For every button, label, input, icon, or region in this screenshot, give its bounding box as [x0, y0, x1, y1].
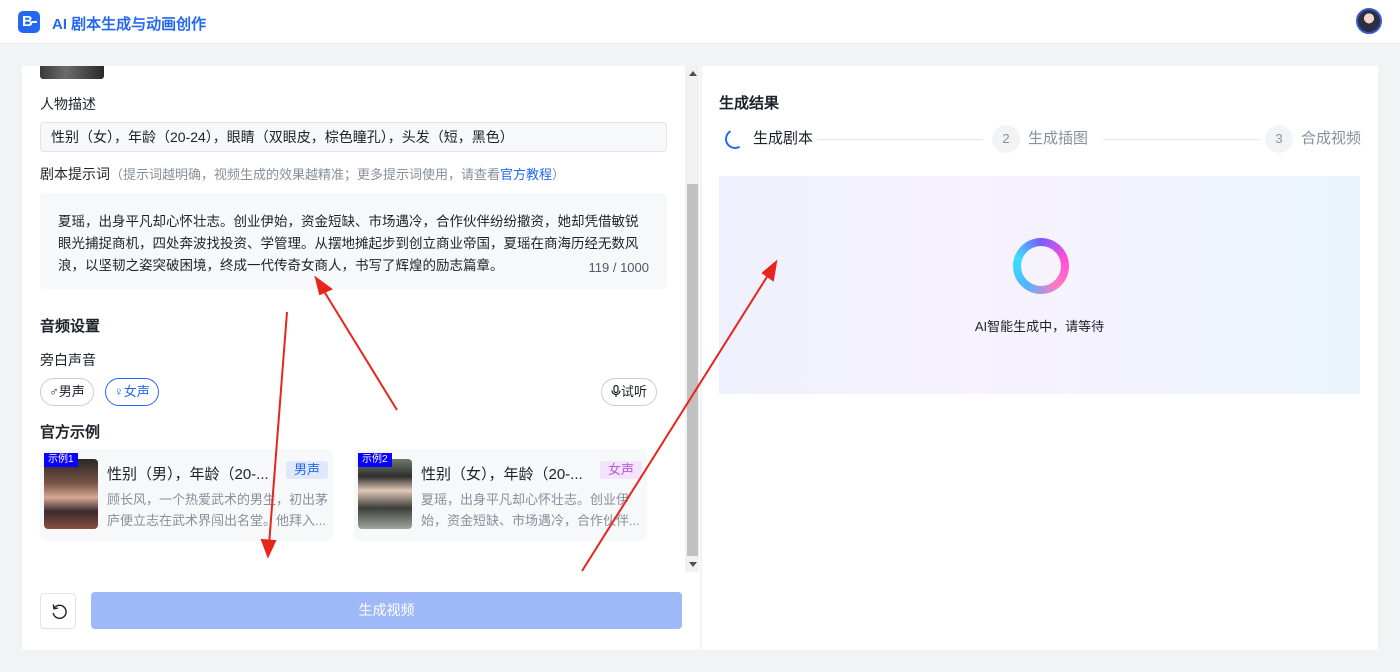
listen-button[interactable]: 试听	[601, 378, 658, 406]
result-title: 生成结果	[719, 95, 780, 112]
example-image	[358, 459, 412, 529]
step-label: 合成视频	[1301, 130, 1362, 147]
example-image	[44, 459, 98, 529]
listen-label: 试听	[621, 384, 648, 399]
example-card-2[interactable]: 示例2 性别（女），年龄（20-... 女声 夏瑶，出身平凡却心怀壮志。创业伊始…	[354, 449, 647, 541]
character-desc-label: 人物描述	[40, 96, 96, 112]
example-card-1[interactable]: 示例1 性别（男），年龄（20-... 男声 顾长风，一个热爱武术的男生，初出茅…	[40, 449, 333, 541]
prompt-textarea[interactable]: 夏瑶，出身平凡却心怀壮志。创业伊始，资金短缺、市场遇冷，合作伙伴纷纷撤资，她却凭…	[40, 193, 667, 289]
generate-video-button[interactable]: 生成视频	[91, 592, 682, 629]
example-badge: 示例2	[358, 453, 392, 467]
loading-spinner-icon	[722, 126, 748, 152]
step-connector	[1103, 139, 1259, 140]
step-number: 3	[1265, 125, 1293, 153]
step-label: 生成插图	[1028, 130, 1089, 147]
example-text: 夏瑶，出身平凡却心怀壮志。创业伊始，资金短缺、市场遇冷，合作伙伴...	[421, 492, 640, 528]
prompt-label: 剧本提示词	[40, 166, 110, 182]
examples-title: 官方示例	[40, 424, 101, 441]
app-title: AI 剧本生成与动画创作	[52, 16, 207, 33]
prompt-counter: 119 / 1000	[588, 260, 649, 275]
prompt-hint-end: ）	[552, 167, 566, 182]
example-title: 性别（女），年龄（20-...	[421, 466, 583, 483]
prompt-hint: （提示词越明确，视频生成的效果越精准；更多提示词使用，请查看	[110, 167, 501, 182]
scrollbar-thumb[interactable]	[687, 184, 698, 556]
step-compose-video: 3 合成视频	[1265, 125, 1361, 153]
ai-loading-ring-icon	[1013, 238, 1069, 294]
mic-icon	[611, 384, 621, 397]
example-voice-tag: 女声	[600, 461, 643, 479]
example-text: 顾长风，一个热爱武术的男生，初出茅庐便立志在武术界闯出名堂。他拜入...	[107, 492, 329, 528]
step-generate-script: 生成剧本	[719, 125, 813, 153]
loading-text: AI智能生成中，请等待	[974, 319, 1105, 334]
step-label: 生成剧本	[753, 130, 814, 147]
narration-label: 旁白声音	[40, 352, 96, 368]
refresh-icon	[52, 604, 67, 619]
prompt-text: 夏瑶，出身平凡却心怀壮志。创业伊始，资金短缺、市场遇冷，合作伙伴纷纷撤资，她却凭…	[58, 214, 639, 273]
tutorial-link[interactable]: 官方教程	[500, 167, 552, 182]
voice-female-button[interactable]: ♀女声	[105, 378, 159, 406]
character-desc-input[interactable]: 性别（女），年龄（20-24），眼睛（双眼皮，棕色瞳孔），头发（短，黑色）	[40, 122, 667, 152]
example-voice-tag: 男声	[286, 461, 329, 479]
step-generate-images: 2 生成插图	[992, 125, 1088, 153]
example-badge: 示例1	[44, 453, 78, 467]
left-panel: 人物描述 性别（女），年龄（20-24），眼睛（双眼皮，棕色瞳孔），头发（短，黑…	[22, 66, 700, 650]
voice-male-button[interactable]: ♂男声	[40, 378, 94, 406]
app-logo: B	[18, 11, 40, 33]
loading-area: AI智能生成中，请等待	[719, 176, 1360, 394]
prompt-label-row: 剧本提示词（提示词越明确，视频生成的效果越精准；更多提示词使用，请查看官方教程）	[40, 164, 565, 184]
scroll-down-arrow-icon[interactable]	[689, 562, 697, 567]
step-number: 2	[992, 125, 1020, 153]
user-avatar[interactable]	[1356, 8, 1382, 34]
audio-settings-title: 音频设置	[40, 318, 101, 335]
top-bar: B AI 剧本生成与动画创作	[0, 0, 1400, 44]
scroll-up-arrow-icon[interactable]	[689, 71, 697, 76]
reset-button[interactable]	[40, 593, 76, 629]
character-image	[40, 66, 104, 79]
example-title: 性别（男），年龄（20-...	[107, 466, 269, 483]
right-panel: 生成结果 生成剧本 2 生成插图 3 合成视频 AI智能生成中，请等待	[702, 66, 1378, 650]
step-connector	[817, 139, 983, 140]
